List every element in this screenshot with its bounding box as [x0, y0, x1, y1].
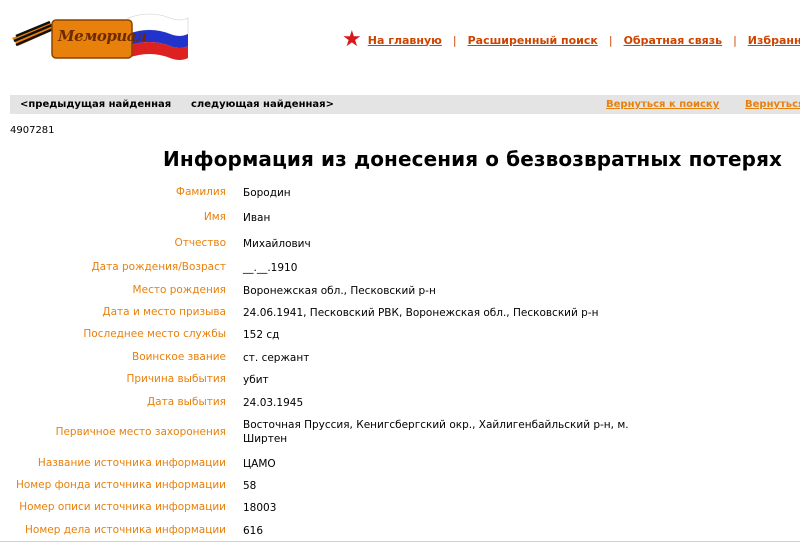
red-star-icon: ★ — [342, 27, 362, 52]
nav-advanced-search-link[interactable]: Расширенный поиск — [468, 34, 598, 47]
field-label: Фамилия — [175, 186, 226, 198]
field-value: Иван — [243, 212, 271, 224]
field-value: 152 сд — [243, 329, 280, 341]
field-label: Имя — [203, 211, 226, 223]
record-id: 4907281 — [10, 125, 55, 136]
back-link[interactable]: Вернуться — [745, 99, 800, 110]
field-value: __.__.1910 — [243, 262, 298, 274]
field-label: Название источника информации — [37, 457, 226, 469]
field-label: Дата рождения/Возраст — [91, 261, 226, 273]
memorial-logo[interactable]: Мемориал — [10, 8, 190, 63]
nav-feedback-link[interactable]: Обратная связь — [624, 34, 723, 47]
field-value: Восточная Пруссия, Кенигсбергский окр., … — [243, 419, 629, 445]
nav-favorites-link[interactable]: Избранное — [748, 34, 800, 47]
previous-found-link[interactable]: <предыдущая найденная — [20, 99, 171, 110]
field-value: 58 — [243, 480, 257, 492]
field-label: Дата и место призыва — [102, 306, 226, 318]
field-value: Воронежская обл., Песковский р-н — [243, 285, 436, 297]
field-label: Воинское звание — [131, 351, 226, 363]
field-value: 18003 — [243, 502, 277, 514]
page-title: Информация из донесения о безвозвратных … — [163, 147, 783, 171]
field-value: 24.06.1941, Песковский РВК, Воронежская … — [243, 307, 599, 319]
field-value: ЦАМО — [243, 458, 276, 470]
field-label: Последнее место службы — [83, 328, 226, 340]
field-label: Номер фонда источника информации — [15, 479, 226, 491]
nav-separator: | — [733, 33, 737, 47]
field-label: Дата выбытия — [146, 396, 226, 408]
field-value: убит — [243, 374, 269, 386]
logo-text: Мемориал — [58, 27, 147, 45]
next-found-link[interactable]: следующая найденная> — [191, 99, 334, 110]
field-label: Первичное место захоронения — [55, 426, 226, 438]
back-to-search-link[interactable]: Вернуться к поиску — [606, 99, 719, 110]
field-label: Причина выбытия — [126, 373, 226, 385]
field-value: 24.03.1945 — [243, 397, 304, 409]
field-label: Номер описи источника информации — [19, 501, 226, 513]
nav-separator: | — [608, 33, 613, 47]
field-value: Бородин — [243, 187, 291, 199]
nav-home-link[interactable]: На главную — [368, 34, 442, 47]
field-value: 616 — [243, 525, 264, 537]
top-navigation: ★ На главную | Расширенный поиск | Обрат… — [342, 27, 800, 52]
field-value: ст. сержант — [243, 352, 310, 364]
field-value: Михайлович — [243, 238, 311, 250]
field-label: Место рождения — [132, 284, 226, 296]
nav-separator: | — [452, 33, 457, 47]
result-navigation-bar: <предыдущая найденная следующая найденна… — [10, 95, 800, 114]
field-label: Номер дела источника информации — [25, 524, 226, 536]
field-label: Отчество — [174, 237, 226, 249]
bottom-divider — [0, 541, 800, 542]
